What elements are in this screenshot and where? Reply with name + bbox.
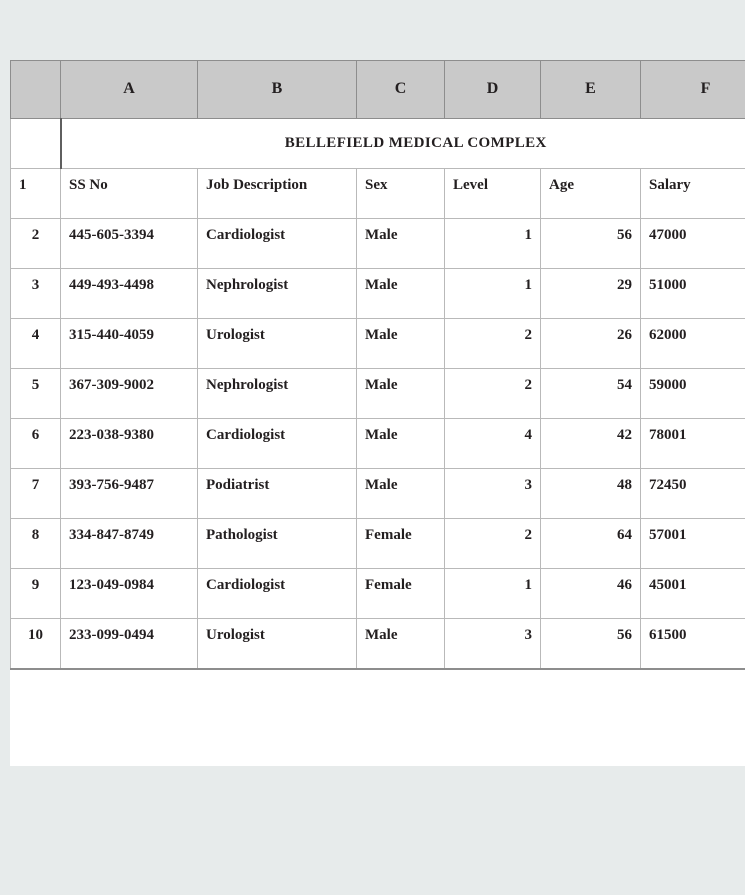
spreadsheet-grid: A B C D E F BELLEFIELD MEDICAL COMPLEX 1…: [10, 60, 745, 670]
cell-job-description[interactable]: Nephrologist: [197, 368, 357, 419]
cell-ss-no[interactable]: 393-756-9487: [60, 468, 198, 519]
cell-sex[interactable]: Female: [356, 518, 445, 569]
row-header[interactable]: 9: [10, 568, 61, 619]
row-header[interactable]: 6: [10, 418, 61, 469]
cell-job-description[interactable]: Pathologist: [197, 518, 357, 569]
row-header[interactable]: 4: [10, 318, 61, 369]
column-header-b[interactable]: B: [197, 60, 357, 119]
header-cell-salary[interactable]: Salary: [640, 168, 745, 219]
table-row: 8 334-847-8749 Pathologist Female 2 64 5…: [10, 518, 745, 569]
cell-salary[interactable]: 72450: [640, 468, 745, 519]
cell-ss-no[interactable]: 367-309-9002: [60, 368, 198, 419]
header-cell-sex[interactable]: Sex: [356, 168, 445, 219]
cell-level[interactable]: 4: [444, 418, 541, 469]
cell-salary[interactable]: 47000: [640, 218, 745, 269]
cell-sex[interactable]: Male: [356, 618, 445, 670]
column-header-f[interactable]: F: [640, 60, 745, 119]
spreadsheet-viewport[interactable]: A B C D E F BELLEFIELD MEDICAL COMPLEX 1…: [10, 60, 745, 766]
cell-age[interactable]: 56: [540, 218, 641, 269]
cell-salary[interactable]: 51000: [640, 268, 745, 319]
table-row: 10 233-099-0494 Urologist Male 3 56 6150…: [10, 618, 745, 670]
cell-sex[interactable]: Male: [356, 218, 445, 269]
column-header-d[interactable]: D: [444, 60, 541, 119]
row-header[interactable]: 10: [10, 618, 61, 670]
cell-age[interactable]: 29: [540, 268, 641, 319]
row-header[interactable]: 7: [10, 468, 61, 519]
cell-level[interactable]: 1: [444, 218, 541, 269]
cell-sex[interactable]: Female: [356, 568, 445, 619]
table-row: 4 315-440-4059 Urologist Male 2 26 62000: [10, 318, 745, 369]
table-row: 5 367-309-9002 Nephrologist Male 2 54 59…: [10, 368, 745, 419]
cell-age[interactable]: 42: [540, 418, 641, 469]
column-header-c[interactable]: C: [356, 60, 445, 119]
table-row: 3 449-493-4498 Nephrologist Male 1 29 51…: [10, 268, 745, 319]
table-row: 2 445-605-3394 Cardiologist Male 1 56 47…: [10, 218, 745, 269]
cell-level[interactable]: 3: [444, 468, 541, 519]
select-all-corner[interactable]: [10, 60, 61, 119]
table-row: 9 123-049-0984 Cardiologist Female 1 46 …: [10, 568, 745, 619]
title-row: BELLEFIELD MEDICAL COMPLEX: [10, 118, 745, 169]
sheet-title[interactable]: BELLEFIELD MEDICAL COMPLEX: [59, 118, 745, 169]
cell-salary[interactable]: 61500: [640, 618, 745, 670]
cell-level[interactable]: 3: [444, 618, 541, 670]
cell-ss-no[interactable]: 233-099-0494: [60, 618, 198, 670]
cell-level[interactable]: 1: [444, 568, 541, 619]
cell-ss-no[interactable]: 315-440-4059: [60, 318, 198, 369]
cell-ss-no[interactable]: 445-605-3394: [60, 218, 198, 269]
cell-ss-no[interactable]: 334-847-8749: [60, 518, 198, 569]
header-cell-ss-no[interactable]: SS No: [60, 168, 198, 219]
cell-salary[interactable]: 59000: [640, 368, 745, 419]
row-header[interactable]: 8: [10, 518, 61, 569]
cell-job-description[interactable]: Cardiologist: [197, 418, 357, 469]
field-header-row: 1 SS No Job Description Sex Level Age Sa…: [10, 168, 745, 219]
row-header-1[interactable]: 1: [10, 168, 61, 219]
column-header-row: A B C D E F: [10, 60, 745, 119]
row-header[interactable]: 2: [10, 218, 61, 269]
cell-age[interactable]: 26: [540, 318, 641, 369]
cell-job-description[interactable]: Urologist: [197, 318, 357, 369]
row-header-blank[interactable]: [10, 118, 61, 169]
cell-age[interactable]: 56: [540, 618, 641, 670]
cell-ss-no[interactable]: 223-038-9380: [60, 418, 198, 469]
row-header[interactable]: 5: [10, 368, 61, 419]
cell-level[interactable]: 1: [444, 268, 541, 319]
table-row: 6 223-038-9380 Cardiologist Male 4 42 78…: [10, 418, 745, 469]
cell-job-description[interactable]: Nephrologist: [197, 268, 357, 319]
cell-level[interactable]: 2: [444, 368, 541, 419]
cell-job-description[interactable]: Cardiologist: [197, 568, 357, 619]
cell-salary[interactable]: 78001: [640, 418, 745, 469]
cell-sex[interactable]: Male: [356, 318, 445, 369]
table-row: 7 393-756-9487 Podiatrist Male 3 48 7245…: [10, 468, 745, 519]
cell-job-description[interactable]: Podiatrist: [197, 468, 357, 519]
cell-level[interactable]: 2: [444, 518, 541, 569]
cell-sex[interactable]: Male: [356, 368, 445, 419]
cell-job-description[interactable]: Urologist: [197, 618, 357, 670]
row-header[interactable]: 3: [10, 268, 61, 319]
column-header-e[interactable]: E: [540, 60, 641, 119]
cell-ss-no[interactable]: 449-493-4498: [60, 268, 198, 319]
column-header-a[interactable]: A: [60, 60, 198, 119]
header-cell-age[interactable]: Age: [540, 168, 641, 219]
header-cell-level[interactable]: Level: [444, 168, 541, 219]
cell-ss-no[interactable]: 123-049-0984: [60, 568, 198, 619]
cell-sex[interactable]: Male: [356, 418, 445, 469]
header-cell-job-description[interactable]: Job Description: [197, 168, 357, 219]
cell-sex[interactable]: Male: [356, 468, 445, 519]
cell-salary[interactable]: 62000: [640, 318, 745, 369]
cell-salary[interactable]: 57001: [640, 518, 745, 569]
cell-age[interactable]: 54: [540, 368, 641, 419]
cell-level[interactable]: 2: [444, 318, 541, 369]
cell-age[interactable]: 46: [540, 568, 641, 619]
cell-salary[interactable]: 45001: [640, 568, 745, 619]
cell-age[interactable]: 48: [540, 468, 641, 519]
cell-sex[interactable]: Male: [356, 268, 445, 319]
cell-job-description[interactable]: Cardiologist: [197, 218, 357, 269]
cell-age[interactable]: 64: [540, 518, 641, 569]
